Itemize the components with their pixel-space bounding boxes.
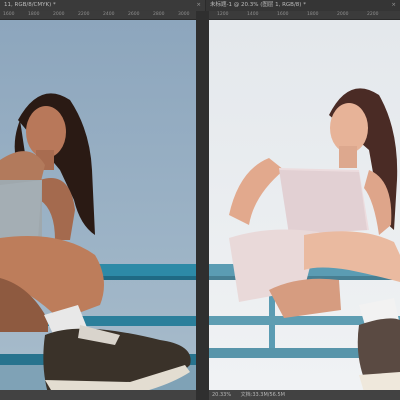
ruler-label: 3000 — [178, 12, 190, 17]
close-icon[interactable]: × — [391, 0, 396, 11]
canvas-original[interactable] — [0, 20, 196, 390]
ruler-label: 1600 — [3, 12, 15, 17]
document-tab-original[interactable]: 11, RGB/8/CMYK) * × — [0, 0, 205, 11]
tab-label: 未标题-1 @ 20.3% (图层 1, RGB/8) * — [210, 2, 306, 8]
ruler-label: 2600 — [128, 12, 140, 17]
ruler-label: 2000 — [53, 12, 65, 17]
ruler-label: 2400 — [103, 12, 115, 17]
ruler-label: 2200 — [367, 12, 379, 17]
original-photo — [0, 20, 196, 390]
ruler-label: 2800 — [153, 12, 165, 17]
zoom-level[interactable]: 20.33% — [212, 392, 231, 398]
tab-label: 11, RGB/8/CMYK) * — [4, 2, 56, 8]
canvas-edited[interactable] — [209, 20, 400, 390]
ruler-label: 1200 — [217, 12, 229, 17]
ruler-label: 1400 — [247, 12, 259, 17]
ruler-label: 2000 — [337, 12, 349, 17]
ruler-label: 2200 — [78, 12, 90, 17]
ruler-label: 1800 — [28, 12, 40, 17]
horizontal-ruler-left[interactable]: 1600 1800 2000 2200 2400 2600 2800 3000 — [0, 11, 196, 20]
document-tab-bar: 11, RGB/8/CMYK) * × 未标题-1 @ 20.3% (图层 1,… — [0, 0, 400, 11]
ruler-label: 1600 — [277, 12, 289, 17]
status-bar-right: 20.33% 文档:33.3M/56.5M — [209, 390, 400, 400]
status-bar-left — [0, 390, 196, 400]
document-size: 文档:33.3M/56.5M — [240, 392, 285, 398]
close-icon[interactable]: × — [196, 0, 201, 11]
document-tab-edited[interactable]: 未标题-1 @ 20.3% (图层 1, RGB/8) * × — [206, 0, 400, 11]
edited-photo — [209, 20, 400, 390]
horizontal-ruler-right[interactable]: 1200 1400 1600 1800 2000 2200 — [209, 11, 400, 20]
ruler-label: 1800 — [307, 12, 319, 17]
vertical-ruler[interactable] — [196, 11, 209, 400]
